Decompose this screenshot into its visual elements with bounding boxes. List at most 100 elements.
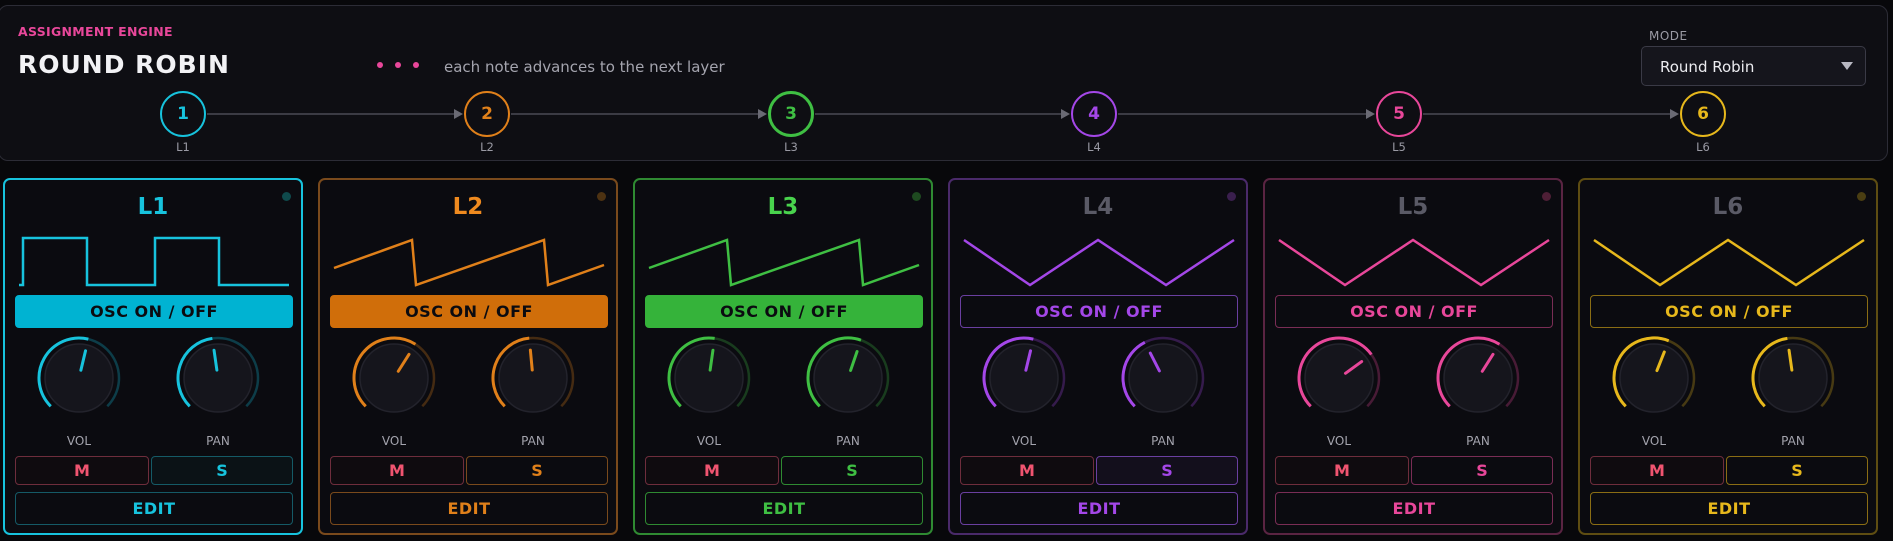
osc-toggle-button[interactable]: OSC ON / OFF xyxy=(960,295,1238,328)
layer-card-l4: L4 OSC ON / OFF VOL PAN M S EDIT xyxy=(948,178,1248,535)
osc-toggle-button[interactable]: OSC ON / OFF xyxy=(645,295,923,328)
layer-title: L5 xyxy=(1397,194,1429,220)
saw-wave-icon xyxy=(648,238,920,287)
layer-card-l1: L1 OSC ON / OFF VOL PAN M S EDIT xyxy=(3,178,303,535)
status-led xyxy=(597,192,606,201)
vol-knob[interactable] xyxy=(1291,330,1387,426)
pan-label: PAN xyxy=(1781,434,1805,448)
pan-label: PAN xyxy=(836,434,860,448)
pan-knob-icon xyxy=(176,336,260,413)
layer-title: L6 xyxy=(1712,194,1744,220)
flow-node-label: L3 xyxy=(784,140,798,154)
layer-title: L3 xyxy=(767,194,799,220)
solo-button[interactable]: S xyxy=(781,456,923,485)
solo-button[interactable]: S xyxy=(1411,456,1553,485)
layer-title: L4 xyxy=(1082,194,1114,220)
layer-title: L2 xyxy=(452,194,484,220)
vol-knob[interactable] xyxy=(661,330,757,426)
osc-toggle-button[interactable]: OSC ON / OFF xyxy=(1590,295,1868,328)
mode-select-value: Round Robin xyxy=(1660,58,1755,76)
vol-knob[interactable] xyxy=(346,330,442,426)
pan-knob-icon xyxy=(1751,336,1835,413)
flow-node-label: L2 xyxy=(480,140,494,154)
flow-node-l6: 6 xyxy=(1680,91,1726,137)
flow-node-label: L1 xyxy=(176,140,190,154)
chevron-down-icon xyxy=(1841,62,1853,70)
vol-label: VOL xyxy=(381,434,407,448)
mute-button[interactable]: M xyxy=(1275,456,1409,485)
pan-knob[interactable] xyxy=(170,330,266,426)
vol-knob-icon xyxy=(1297,336,1381,413)
solo-button[interactable]: S xyxy=(1726,456,1868,485)
osc-toggle-button[interactable]: OSC ON / OFF xyxy=(330,295,608,328)
layer-flow-diagram: 1 L1 2 L2 3 L3 4 L4 5 L5 6 L6 xyxy=(0,88,1893,158)
dots-icon xyxy=(377,59,425,71)
flow-node-l1: 1 xyxy=(160,91,206,137)
flow-node-l2: 2 xyxy=(464,91,510,137)
solo-button[interactable]: S xyxy=(151,456,293,485)
flow-node-label: L4 xyxy=(1087,140,1101,154)
mode-label: MODE xyxy=(1649,29,1688,43)
edit-button[interactable]: EDIT xyxy=(1590,492,1868,525)
pan-knob-icon xyxy=(491,336,575,413)
engine-mode-title: ROUND ROBIN xyxy=(18,50,230,79)
vol-knob[interactable] xyxy=(1606,330,1702,426)
pan-knob[interactable] xyxy=(485,330,581,426)
edit-button[interactable]: EDIT xyxy=(15,492,293,525)
vol-knob-icon xyxy=(37,336,121,413)
pan-knob[interactable] xyxy=(1745,330,1841,426)
pan-label: PAN xyxy=(1151,434,1175,448)
solo-button[interactable]: S xyxy=(466,456,608,485)
vol-knob-icon xyxy=(982,336,1066,413)
mute-button[interactable]: M xyxy=(15,456,149,485)
square-wave-icon xyxy=(19,236,289,287)
status-led xyxy=(1542,192,1551,201)
vol-label: VOL xyxy=(1326,434,1352,448)
flow-node-label: L6 xyxy=(1696,140,1710,154)
pan-label: PAN xyxy=(1466,434,1490,448)
mode-select[interactable]: Round Robin xyxy=(1641,46,1866,86)
mute-button[interactable]: M xyxy=(960,456,1094,485)
saw-wave-icon xyxy=(333,238,605,287)
layer-card-l3: L3 OSC ON / OFF VOL PAN M S EDIT xyxy=(633,178,933,535)
flow-node-l3: 3 xyxy=(768,91,814,137)
osc-toggle-button[interactable]: OSC ON / OFF xyxy=(1275,295,1553,328)
mute-button[interactable]: M xyxy=(645,456,779,485)
pan-knob-icon xyxy=(806,336,890,413)
mute-button[interactable]: M xyxy=(330,456,464,485)
vol-label: VOL xyxy=(696,434,722,448)
layer-card-l6: L6 OSC ON / OFF VOL PAN M S EDIT xyxy=(1578,178,1878,535)
layer-card-l2: L2 OSC ON / OFF VOL PAN M S EDIT xyxy=(318,178,618,535)
triangle-wave-icon xyxy=(1593,238,1865,287)
vol-label: VOL xyxy=(1641,434,1667,448)
vol-knob-icon xyxy=(1612,336,1696,413)
engine-section-label: ASSIGNMENT ENGINE xyxy=(18,24,173,39)
vol-knob[interactable] xyxy=(976,330,1072,426)
pan-knob[interactable] xyxy=(800,330,896,426)
vol-label: VOL xyxy=(66,434,92,448)
flow-connectors xyxy=(207,109,1679,119)
edit-button[interactable]: EDIT xyxy=(960,492,1238,525)
edit-button[interactable]: EDIT xyxy=(645,492,923,525)
status-led xyxy=(1227,192,1236,201)
arrow-right-icon xyxy=(1061,109,1070,119)
edit-button[interactable]: EDIT xyxy=(1275,492,1553,525)
vol-knob-icon xyxy=(352,336,436,413)
layer-title: L1 xyxy=(137,194,169,220)
pan-label: PAN xyxy=(521,434,545,448)
mute-button[interactable]: M xyxy=(1590,456,1724,485)
status-led xyxy=(1857,192,1866,201)
edit-button[interactable]: EDIT xyxy=(330,492,608,525)
osc-toggle-button[interactable]: OSC ON / OFF xyxy=(15,295,293,328)
vol-knob[interactable] xyxy=(31,330,127,426)
arrow-right-icon xyxy=(1670,109,1679,119)
vol-label: VOL xyxy=(1011,434,1037,448)
flow-node-l5: 5 xyxy=(1376,91,1422,137)
layer-card-l5: L5 OSC ON / OFF VOL PAN M S EDIT xyxy=(1263,178,1563,535)
arrow-right-icon xyxy=(454,109,463,119)
pan-knob[interactable] xyxy=(1430,330,1526,426)
arrow-right-icon xyxy=(758,109,767,119)
pan-knob-icon xyxy=(1436,336,1520,413)
pan-knob[interactable] xyxy=(1115,330,1211,426)
solo-button[interactable]: S xyxy=(1096,456,1238,485)
